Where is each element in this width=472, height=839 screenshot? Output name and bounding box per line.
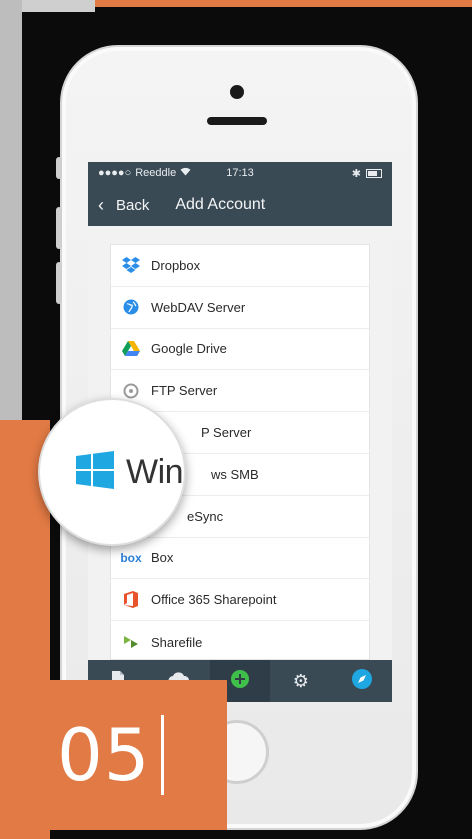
back-label: Back: [116, 196, 150, 214]
list-item-label: Google Drive: [151, 341, 227, 357]
compass-icon: [351, 668, 373, 695]
tab-settings[interactable]: ⚙: [270, 660, 331, 702]
list-item-dropbox[interactable]: Dropbox: [111, 245, 369, 287]
list-item-google-drive[interactable]: Google Drive: [111, 329, 369, 371]
list-item-sharefile[interactable]: Sharefile: [111, 621, 369, 663]
list-item-label: FTP Server: [151, 383, 218, 399]
background-left-gray: [0, 0, 22, 420]
list-item-label: Box: [151, 550, 174, 566]
box-icon: box: [120, 550, 142, 565]
list-item-office365[interactable]: Office 365 Sharepoint: [111, 579, 369, 622]
earpiece-speaker: [207, 117, 267, 125]
back-button[interactable]: ‹ Back: [98, 195, 149, 216]
list-item-label: Sharefile: [151, 634, 203, 650]
list-item-label: Office 365 Sharepoint: [151, 592, 277, 608]
list-item-label: WebDAV Server: [151, 299, 246, 315]
status-time: 17:13: [226, 167, 254, 179]
sharefile-icon: [121, 632, 141, 652]
dropbox-icon: [121, 255, 141, 275]
list-item-label: eSync: [187, 508, 224, 524]
volume-up-button: [56, 207, 62, 249]
background-orange-stripe: [95, 0, 472, 7]
globe-icon: [121, 297, 141, 317]
step-badge: 05: [27, 680, 227, 830]
list-item-label: P Server: [201, 425, 252, 441]
chevron-left-icon: ‹: [98, 194, 104, 215]
front-camera: [230, 85, 244, 99]
navigation-bar: ‹ Back Add Account: [88, 184, 392, 226]
mute-switch: [56, 157, 62, 179]
page-title: Add Account: [175, 196, 266, 213]
magnifier-callout: Win: [38, 398, 186, 546]
status-bar: ●●●●○ Reeddle 17:13 ✱: [88, 162, 392, 184]
list-item-webdav[interactable]: WebDAV Server: [111, 287, 369, 329]
google-drive-icon: [121, 339, 141, 359]
list-item-ftp[interactable]: FTP Server: [111, 370, 369, 413]
office-icon: [121, 590, 141, 610]
network-icon: [230, 669, 250, 694]
gear-icon: ⚙: [292, 670, 309, 691]
magnifier-text: Win: [126, 452, 184, 491]
list-item-label: Dropbox: [151, 257, 201, 273]
volume-down-button: [56, 262, 62, 304]
list-item-label: ws SMB: [211, 466, 259, 482]
windows-logo-icon: [76, 450, 114, 494]
ftp-icon: [121, 381, 141, 401]
step-number: 05: [57, 713, 151, 797]
list-item-box[interactable]: box Box: [111, 538, 369, 580]
tab-browser[interactable]: [331, 660, 392, 702]
step-divider: [160, 715, 164, 795]
battery-icon: [366, 168, 382, 178]
